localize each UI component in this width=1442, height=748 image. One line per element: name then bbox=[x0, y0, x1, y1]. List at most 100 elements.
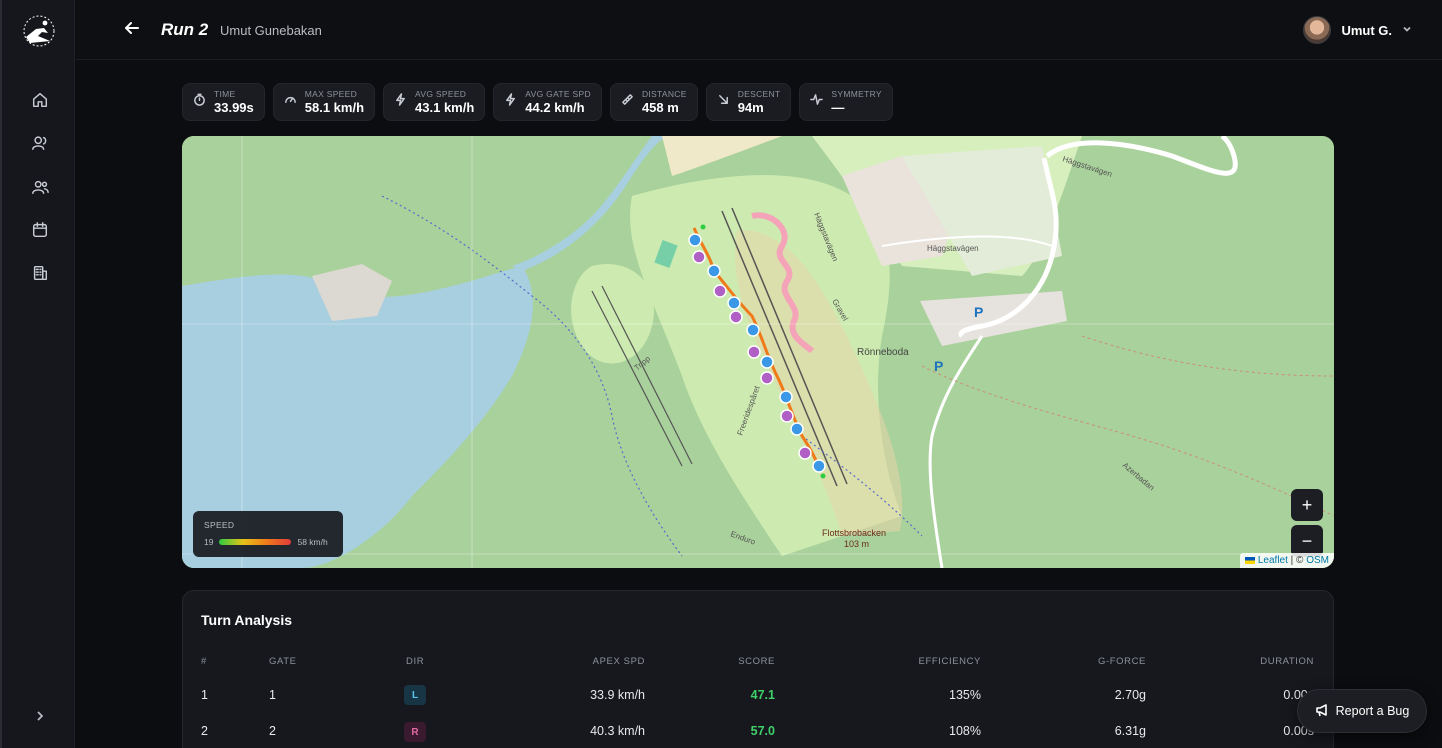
cell-gate: 2 bbox=[269, 724, 276, 738]
stat-value: 458 m bbox=[641, 100, 679, 115]
sidebar-item-calendar[interactable] bbox=[27, 219, 53, 245]
stat-value: — bbox=[831, 100, 845, 115]
avatar bbox=[1303, 16, 1332, 44]
stat-value: 44.2 km/h bbox=[525, 100, 585, 115]
users-icon bbox=[31, 178, 49, 201]
stat-label: AVG SPEED bbox=[415, 89, 467, 99]
zoom-in-button[interactable]: + bbox=[1291, 489, 1323, 521]
column-header-apex-speed[interactable]: APEX SPD bbox=[593, 656, 645, 667]
osm-link[interactable]: OSM bbox=[1306, 555, 1329, 566]
parking-label: P bbox=[934, 358, 943, 374]
attribution-separator: | © bbox=[1287, 555, 1307, 566]
stat-symmetry: SYMMETRY — bbox=[799, 83, 893, 121]
stat-value: 43.1 km/h bbox=[415, 100, 475, 115]
stat-value: 58.1 km/h bbox=[304, 100, 365, 115]
report-bug-label: Report a Bug bbox=[1335, 704, 1410, 718]
speed-legend: SPEED 19 58 km/h bbox=[193, 511, 343, 557]
column-header-dir[interactable]: DIR bbox=[406, 656, 424, 667]
stat-distance: DISTANCE 458 m bbox=[609, 83, 698, 121]
leaflet-link[interactable]: Leaflet bbox=[1258, 555, 1288, 566]
turn-analysis-panel: Turn Analysis # GATE DIR APEX SPD SCORE … bbox=[182, 590, 1334, 748]
map-tiles: P P Rönneboda Flottsbrobacken 103 m Hägg… bbox=[182, 136, 1334, 568]
stat-avg-speed: AVG SPEED 43.1 km/h bbox=[383, 83, 486, 121]
parking-label: P bbox=[974, 304, 983, 320]
home-icon bbox=[31, 91, 49, 114]
ruler-icon bbox=[621, 93, 634, 111]
report-bug-button[interactable]: Report a Bug bbox=[1297, 689, 1427, 733]
gauge-icon bbox=[284, 93, 297, 111]
stat-value: 33.99s bbox=[214, 100, 254, 115]
stat-label: DESCENT bbox=[737, 89, 781, 99]
track-start bbox=[700, 224, 706, 230]
cell-num: 2 bbox=[201, 724, 208, 738]
legend-title: SPEED bbox=[204, 520, 235, 530]
place-label: Rönneboda bbox=[857, 347, 909, 358]
stat-label: AVG GATE SPD bbox=[525, 89, 591, 99]
building-icon bbox=[31, 264, 49, 287]
cell-score: 47.1 bbox=[750, 688, 775, 702]
stats-bar: TIME 33.99s MAX SPEED 58.1 km/h AVG SPEED 4… bbox=[182, 83, 893, 121]
chevron-down-icon bbox=[1402, 21, 1412, 39]
page-title: Run 2 bbox=[161, 20, 209, 39]
bolt-icon bbox=[504, 93, 517, 111]
sidebar-item-buildings[interactable] bbox=[27, 262, 53, 288]
stat-label: DISTANCE bbox=[641, 89, 687, 99]
activity-icon bbox=[810, 93, 824, 111]
cell-apex-speed: 40.3 km/h bbox=[590, 724, 645, 738]
column-header-score[interactable]: SCORE bbox=[738, 656, 775, 667]
speed-gradient-bar bbox=[219, 539, 292, 545]
track-end bbox=[820, 473, 826, 479]
stat-value: 94m bbox=[737, 100, 764, 115]
chevron-right-icon bbox=[34, 709, 46, 727]
panel-title: Turn Analysis bbox=[201, 612, 293, 628]
stat-label: SYMMETRY bbox=[831, 89, 882, 99]
direction-badge: R bbox=[404, 722, 426, 742]
cell-efficiency: 108% bbox=[949, 724, 981, 738]
sidebar-item-home[interactable] bbox=[27, 89, 53, 115]
cell-g-force: 6.31g bbox=[1114, 724, 1146, 738]
stat-max-speed: MAX SPEED 58.1 km/h bbox=[272, 83, 376, 121]
place-label: Flottsbrobacken bbox=[822, 528, 886, 538]
column-header-gate[interactable]: GATE bbox=[269, 656, 297, 667]
cell-num: 1 bbox=[201, 688, 208, 702]
map-attribution: Leaflet | © OSM bbox=[1239, 553, 1334, 568]
column-header-num[interactable]: # bbox=[201, 656, 207, 667]
legend-max: 58 km/h bbox=[297, 537, 328, 547]
place-label: 103 m bbox=[844, 539, 869, 549]
cell-score: 57.0 bbox=[750, 724, 775, 738]
column-header-efficiency[interactable]: EFFICIENCY bbox=[919, 656, 981, 667]
sidebar bbox=[0, 0, 75, 748]
sidebar-item-athlete[interactable] bbox=[27, 132, 53, 158]
cell-efficiency: 135% bbox=[949, 688, 981, 702]
stopwatch-icon bbox=[193, 93, 206, 111]
direction-badge: L bbox=[404, 685, 426, 705]
athlete-name: Umut Gunebakan bbox=[220, 23, 322, 38]
user-name: Umut G. bbox=[1341, 22, 1392, 38]
legend-min: 19 bbox=[204, 537, 214, 547]
stat-time: TIME 33.99s bbox=[182, 83, 265, 121]
sidebar-item-team[interactable] bbox=[27, 176, 53, 202]
cell-g-force: 2.70g bbox=[1114, 688, 1146, 702]
stat-avg-gate-speed: AVG GATE SPD 44.2 km/h bbox=[493, 83, 602, 121]
back-button[interactable] bbox=[121, 19, 143, 41]
stat-label: TIME bbox=[214, 89, 236, 99]
road-label: Häggstavägen bbox=[927, 244, 979, 253]
stat-descent: DESCENT 94m bbox=[705, 83, 792, 121]
arrow-left-icon bbox=[124, 20, 140, 41]
user-icon bbox=[31, 134, 49, 157]
skier-logo-icon[interactable] bbox=[20, 14, 58, 48]
column-header-duration[interactable]: DURATION bbox=[1260, 656, 1314, 667]
megaphone-icon bbox=[1315, 703, 1329, 720]
top-header: Run 2 Umut Gunebakan Umut G. bbox=[76, 0, 1442, 60]
ukraine-flag-icon bbox=[1244, 556, 1255, 564]
calendar-icon bbox=[31, 221, 49, 244]
expand-sidebar-button[interactable] bbox=[30, 708, 50, 728]
cell-gate: 1 bbox=[269, 688, 276, 702]
cell-apex-speed: 33.9 km/h bbox=[590, 688, 645, 702]
bolt-icon bbox=[394, 93, 407, 111]
arrow-down-right-icon bbox=[717, 93, 730, 111]
stat-label: MAX SPEED bbox=[304, 89, 358, 99]
user-menu[interactable]: Umut G. bbox=[1303, 14, 1412, 46]
column-header-g-force[interactable]: G-FORCE bbox=[1098, 656, 1146, 667]
run-map[interactable]: P P Rönneboda Flottsbrobacken 103 m Hägg… bbox=[182, 136, 1334, 568]
